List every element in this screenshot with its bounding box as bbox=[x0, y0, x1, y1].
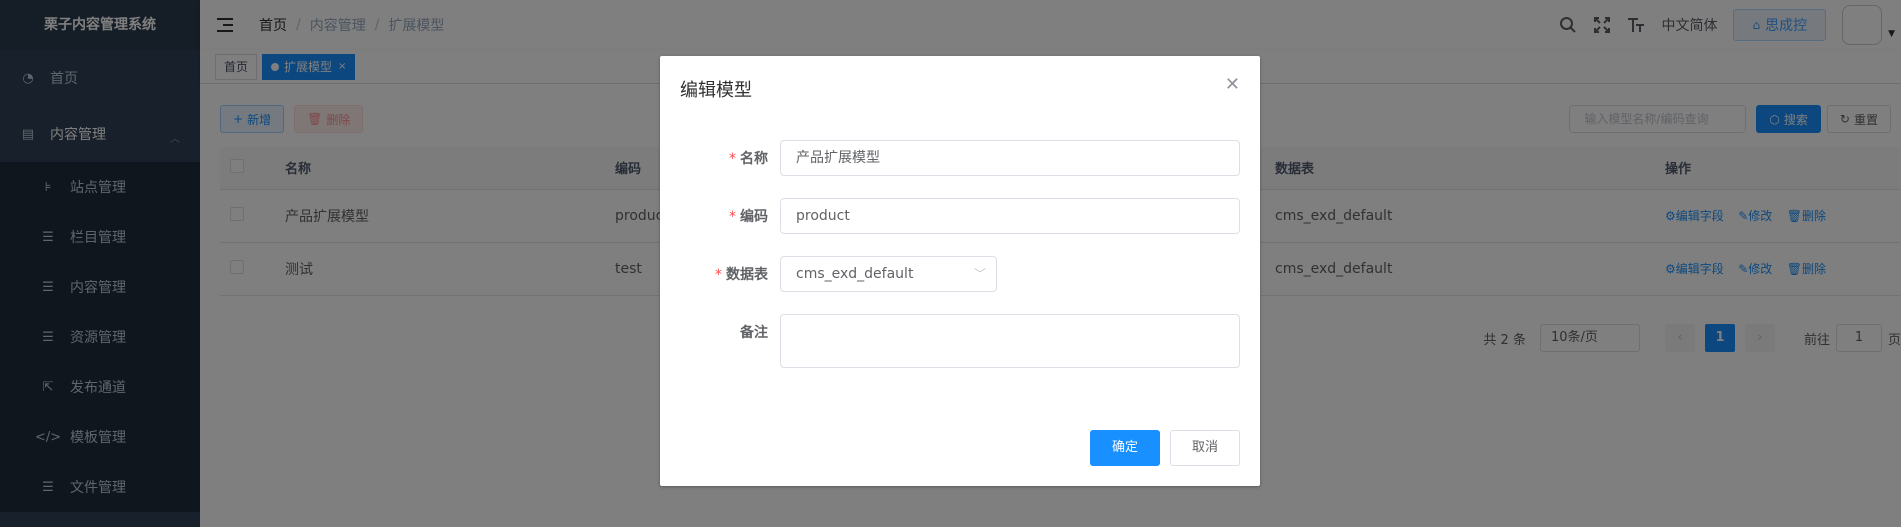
confirm-button[interactable]: 确定 bbox=[1090, 430, 1160, 466]
form-row-code: * 编码 product bbox=[660, 198, 1260, 234]
form-row-name: * 名称 产品扩展模型 bbox=[660, 140, 1260, 176]
remark-textarea[interactable] bbox=[780, 314, 1240, 368]
cancel-button[interactable]: 取消 bbox=[1170, 430, 1240, 466]
chevron-down-icon: ﹀ bbox=[973, 267, 986, 281]
table-select[interactable]: cms_exd_default ﹀ bbox=[780, 256, 997, 292]
edit-model-dialog: 编辑模型 ✕ * 名称 产品扩展模型 * 编码 product * 数据表 cms_e… bbox=[660, 56, 1260, 486]
form-row-table: * 数据表 cms_exd_default ﹀ bbox=[660, 256, 1260, 292]
code-label: 编码 bbox=[740, 209, 768, 225]
table-label: 数据表 bbox=[726, 267, 768, 283]
name-label: 名称 bbox=[740, 151, 768, 167]
form-row-remark: 备注 bbox=[660, 314, 1260, 368]
remark-label: 备注 bbox=[740, 325, 768, 341]
dialog-title: 编辑模型 bbox=[680, 80, 752, 101]
code-input[interactable]: product bbox=[780, 198, 1240, 234]
name-input[interactable]: 产品扩展模型 bbox=[780, 140, 1240, 176]
table-select-value: cms_exd_default bbox=[796, 266, 914, 282]
close-icon[interactable]: ✕ bbox=[1225, 74, 1240, 95]
